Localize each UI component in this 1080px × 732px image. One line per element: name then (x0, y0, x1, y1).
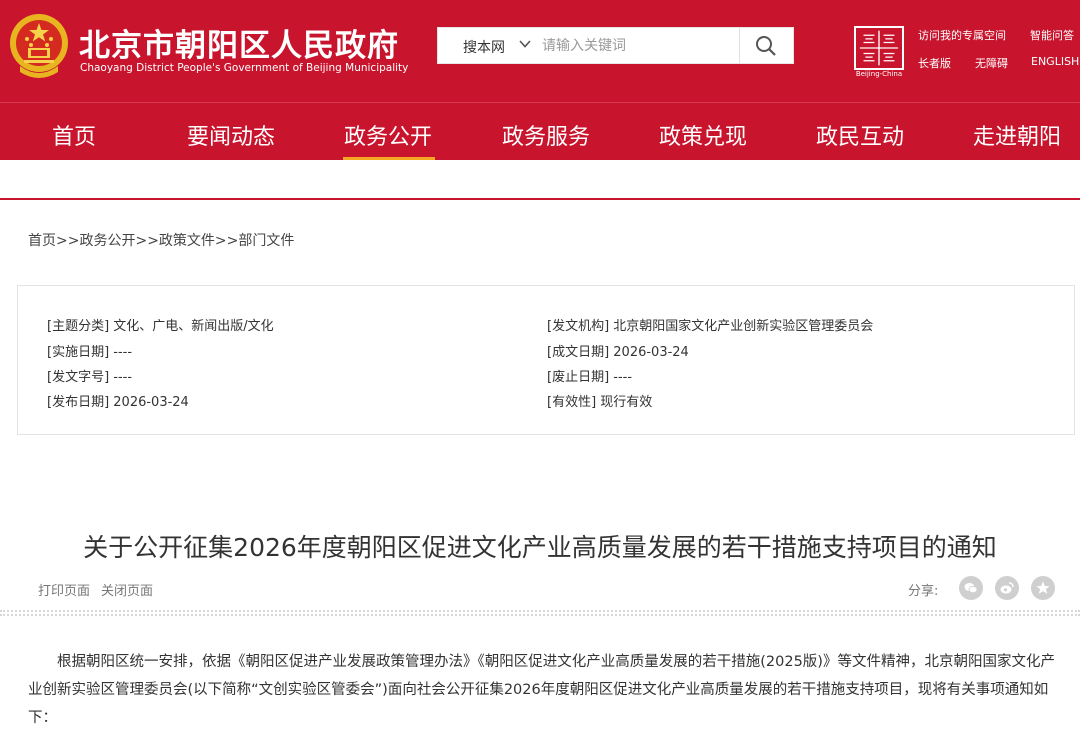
meta-written-date: [成文日期] 2026-03-24 (547, 345, 689, 360)
nav-item-gov-affairs[interactable]: 政务公开 (344, 119, 432, 151)
national-emblem-icon[interactable] (8, 12, 70, 78)
nav-item-policy[interactable]: 政策兑现 (659, 119, 747, 151)
weibo-icon[interactable] (995, 576, 1019, 600)
meta-issuer: [发文机构] 北京朝阳国家文化产业创新实验区管理委员会 (547, 319, 874, 334)
page-title: 关于公开征集2026年度朝阳区促进文化产业高质量发展的若干措施支持项目的通知 (83, 533, 997, 562)
search-input[interactable] (542, 35, 737, 57)
search-button[interactable] (739, 28, 793, 63)
site-header: 北京市朝阳区人民政府 Chaoyang District People's Go… (0, 0, 1080, 102)
seal-caption: Beijing-China (855, 70, 903, 78)
nav-item-about[interactable]: 走进朝阳 (973, 119, 1061, 151)
search-icon (756, 36, 776, 56)
meta-effective-date: [实施日期] ---- (47, 345, 133, 360)
my-space-link[interactable]: 访问我的专属空间 (918, 27, 1006, 43)
article-body: 根据朝阳区统一安排，依据《朝阳区促进产业发展政策管理办法》《朝阳区促进文化产业高… (28, 654, 1055, 726)
elder-version-link[interactable]: 长者版 (918, 55, 951, 71)
meta-doc-number: [发文字号] ---- (47, 370, 133, 385)
search-box: 搜本网 (437, 27, 794, 64)
meta-repeal-date: [废止日期] ---- (547, 370, 633, 385)
nav-item-home[interactable]: 首页 (52, 119, 96, 151)
share-label: 分享: (908, 584, 939, 599)
meta-publish-date: [发布日期] 2026-03-24 (47, 395, 189, 410)
breadcrumb[interactable]: 首页>>政务公开>>政策文件>>部门文件 (28, 230, 294, 250)
english-link[interactable]: ENGLISH (1031, 55, 1079, 68)
search-scope-select[interactable]: 搜本网 (463, 37, 505, 57)
favorite-star-icon[interactable] (1031, 576, 1055, 600)
print-page-link[interactable]: 打印页面 (38, 580, 90, 599)
meta-validity: [有效性] 现行有效 (547, 395, 653, 410)
barrier-free-link[interactable]: 无障碍 (975, 55, 1008, 71)
header-band (0, 160, 1080, 200)
chevron-down-icon[interactable] (518, 37, 532, 51)
section-divider (0, 610, 1080, 616)
nav-item-services[interactable]: 政务服务 (502, 119, 590, 151)
document-meta-panel: [主题分类] 文化、广电、新闻出版/文化 [实施日期] ---- [发文字号] … (17, 285, 1075, 435)
site-title[interactable]: 北京市朝阳区人民政府 (79, 20, 399, 65)
nav-item-news[interactable]: 要闻动态 (187, 119, 275, 151)
wechat-icon[interactable] (959, 576, 983, 600)
meta-topic: [主题分类] 文化、广电、新闻出版/文化 (47, 319, 274, 334)
assistant-link[interactable]: 智能问答 (1030, 27, 1074, 43)
seal-graphic (854, 26, 904, 70)
capital-seal-icon[interactable]: Beijing-China (854, 26, 904, 78)
site-subtitle: Chaoyang District People's Government of… (80, 62, 409, 74)
close-page-link[interactable]: 关闭页面 (101, 580, 153, 599)
nav-item-interaction[interactable]: 政民互动 (816, 119, 904, 151)
main-nav: 首页 要闻动态 政务公开 政务服务 政策兑现 政民互动 走进朝阳 (0, 102, 1080, 160)
